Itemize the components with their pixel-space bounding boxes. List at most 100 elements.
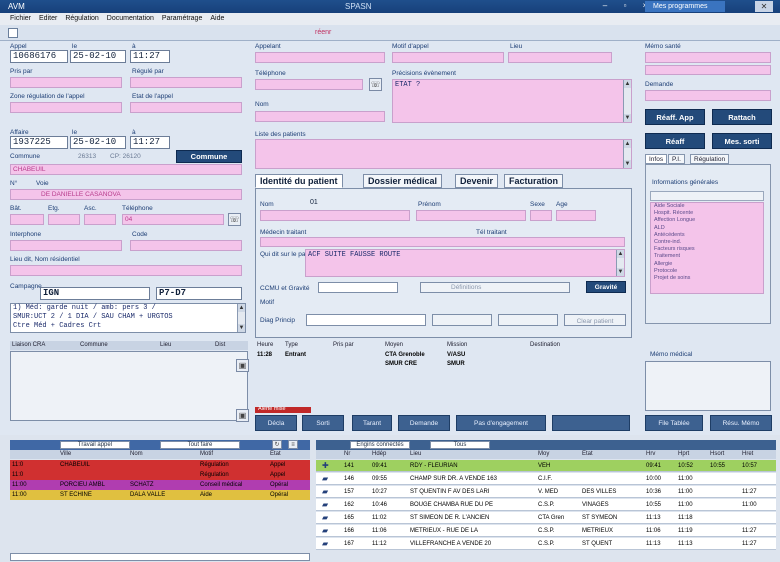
patient-prenom-field[interactable]: [416, 210, 526, 221]
info-item[interactable]: Projet de soins: [654, 275, 763, 282]
lieu-field[interactable]: [508, 52, 612, 63]
phone-icon[interactable]: ☏: [369, 78, 382, 91]
voie-field[interactable]: DE DANIELLE CASANOVA: [10, 189, 242, 200]
qui-field[interactable]: ACF SUITE FAUSSE ROUTE ▲ ▼: [305, 249, 625, 277]
blank-action-button[interactable]: [552, 415, 630, 431]
info-item[interactable]: Allergie: [654, 261, 763, 268]
menu-fichier[interactable]: Fichier: [10, 13, 31, 25]
interphone-field[interactable]: [10, 240, 122, 251]
resu-memo-button[interactable]: Résu. Mémo: [710, 415, 772, 431]
table-row[interactable]: ✚ 141 09:41 RDY - FLEURIAN VEH 09:41 10:52 10:5…: [316, 460, 776, 472]
appelant-field[interactable]: [255, 52, 385, 63]
info-item[interactable]: Contre-ind.: [654, 239, 763, 246]
tab-identite[interactable]: Identité du patient: [255, 174, 343, 188]
patient-nom-field[interactable]: [260, 210, 410, 221]
list-action-icon[interactable]: ▣: [236, 359, 249, 372]
memo-medical-field[interactable]: [645, 361, 771, 411]
tab-dossier-medical[interactable]: Dossier médical: [363, 174, 443, 188]
menu-parametrage[interactable]: Paramétrage: [162, 13, 202, 25]
affaire-number-field[interactable]: 1937225: [10, 136, 68, 149]
menu-regulation[interactable]: Régulation: [65, 13, 98, 25]
code-field[interactable]: [130, 240, 242, 251]
gravite-button[interactable]: Gravité: [586, 281, 626, 293]
asc-field[interactable]: [84, 214, 116, 225]
phone-icon[interactable]: ☏: [228, 213, 241, 226]
mes-sorti-button[interactable]: Mes. sorti: [712, 133, 772, 149]
decla-button[interactable]: Décla: [255, 415, 297, 431]
engins-filter[interactable]: Engins connectés: [350, 441, 410, 449]
table-row[interactable]: 11:00 ST ECHINE DALA VALLE Aide Opéral: [10, 490, 310, 500]
demande-field[interactable]: [645, 90, 771, 101]
regule-par-field[interactable]: [130, 77, 242, 88]
info-list[interactable]: Aide Sociale Hospit. Récente Affection L…: [650, 202, 764, 294]
left-list[interactable]: [10, 351, 248, 421]
travail-selector[interactable]: Travail appel: [60, 441, 130, 449]
table-row[interactable]: ▰ 167 11:12 VILLEFRANCHE A VENDE 20 C.S.P. ST…: [316, 538, 776, 550]
table-row[interactable]: ▰ 162 10:46 BOUGE CHAMBA RUE DU PE C.S.P. VIN…: [316, 499, 776, 511]
menu-aide[interactable]: Aide: [210, 13, 224, 25]
tarant-button[interactable]: Tarant: [352, 415, 392, 431]
bat-field[interactable]: [10, 214, 44, 225]
info-item[interactable]: Hospit. Récente: [654, 210, 763, 217]
etg-field[interactable]: [48, 214, 80, 225]
tout-faire-selector[interactable]: Tout faire: [160, 441, 240, 449]
ccmu-field[interactable]: [318, 282, 398, 293]
commune-button[interactable]: Commune: [176, 150, 242, 163]
tab-regulation[interactable]: Régulation: [690, 154, 730, 164]
tab-facturation[interactable]: Facturation: [504, 174, 564, 188]
minimize-icon[interactable]: –: [598, 1, 612, 11]
motif-appel-field[interactable]: [392, 52, 504, 63]
memo-sante-field-2[interactable]: [645, 65, 771, 75]
reaff-app-button[interactable]: Réaff. App: [645, 109, 705, 125]
zone-field[interactable]: [10, 102, 122, 113]
memo-sante-field[interactable]: [645, 52, 771, 63]
reaff-button[interactable]: Réaff: [645, 133, 705, 149]
table-row[interactable]: 11:00 PORCIEU AMBL SCHATZ Conseil médical Op…: [10, 480, 310, 490]
patients-scrollbar[interactable]: ▲ ▼: [623, 140, 631, 168]
diag-secondary-field[interactable]: [432, 314, 492, 326]
gravite-field[interactable]: Définitions: [420, 282, 570, 293]
patient-age-field[interactable]: [556, 210, 596, 221]
info-item[interactable]: Antécédents: [654, 232, 763, 239]
close-window-button[interactable]: ✕: [755, 1, 773, 12]
tous-filter[interactable]: Tous: [430, 441, 490, 449]
note-scrollbar[interactable]: ▲ ▼: [237, 304, 245, 332]
settings-icon[interactable]: ≡: [288, 440, 298, 449]
appel-date-field[interactable]: 25-02-10: [70, 50, 126, 63]
affaire-note[interactable]: 1) Méd: garde nuit / amb: pers 3 / SMUR:…: [10, 303, 246, 333]
table-row[interactable]: ▰ 165 11:02 ST SIMEON DE R. L'ANCIEN CTA Gre…: [316, 512, 776, 524]
table-row[interactable]: 11:0 Régulation Appel: [10, 470, 310, 480]
toolbar-checkbox[interactable]: [8, 28, 18, 38]
info-item[interactable]: ALD: [654, 225, 763, 232]
table-row[interactable]: ▰ 166 11:06 METRIEUX - RUE DE LA C.S.P. METRI…: [316, 525, 776, 537]
etat-field[interactable]: [130, 102, 242, 113]
menu-documentation[interactable]: Documentation: [107, 13, 154, 25]
diag-field[interactable]: [306, 314, 426, 326]
patient-sexe-field[interactable]: [530, 210, 552, 221]
maximize-icon[interactable]: ▫: [618, 1, 632, 11]
clear-patient-button[interactable]: Clear patient: [564, 314, 626, 326]
table-row[interactable]: ▰ 146 09:55 CHAMP SUR DR. A VENDE 163 C.I.F.…: [316, 473, 776, 485]
appel-number-field[interactable]: 10686176: [10, 50, 68, 63]
appelant-nom-field[interactable]: [255, 111, 385, 122]
appel-time-field[interactable]: 11:27: [130, 50, 170, 63]
campagne-ref-field[interactable]: P7-D7: [156, 287, 242, 300]
sorti-button[interactable]: Sorti: [302, 415, 344, 431]
info-item[interactable]: Protocole: [654, 268, 763, 275]
qui-scrollbar[interactable]: ▲ ▼: [616, 250, 624, 276]
tab-pi[interactable]: P.I.: [668, 154, 685, 164]
tab-devenir[interactable]: Devenir: [455, 174, 499, 188]
appelant-tel-field[interactable]: [255, 79, 363, 90]
medecin-field[interactable]: [260, 237, 625, 247]
file-tablee-button[interactable]: File Tablée: [645, 415, 703, 431]
affaire-time-field[interactable]: 11:27: [130, 136, 170, 149]
bottom-left-hscroll[interactable]: [10, 553, 310, 561]
demande-button[interactable]: Demande: [398, 415, 450, 431]
campagne-field[interactable]: IGN: [40, 287, 150, 300]
precision-field[interactable]: ETAT ? ▲ ▼: [392, 79, 632, 123]
affaire-date-field[interactable]: 25-02-10: [70, 136, 126, 149]
info-toolbar[interactable]: [650, 191, 764, 201]
info-item[interactable]: Aide Sociale: [654, 203, 763, 210]
list-action-icon-2[interactable]: ▣: [236, 409, 249, 422]
lieu-dit-field[interactable]: [10, 265, 242, 276]
